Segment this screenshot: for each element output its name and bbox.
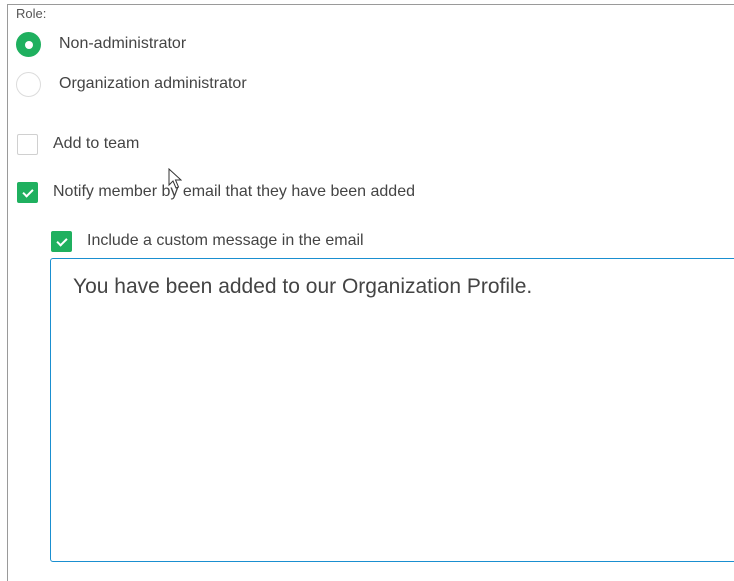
notify-member-checkbox-row[interactable]: Notify member by email that they have be… (17, 180, 415, 204)
role-option-organization-administrator[interactable]: Organization administrator (16, 71, 247, 97)
custom-message-checkbox-row[interactable]: Include a custom message in the email (51, 229, 364, 253)
custom-message-label: Include a custom message in the email (87, 232, 364, 249)
custom-message-checkbox[interactable] (51, 230, 72, 252)
role-option-label: Non-administrator (59, 35, 187, 52)
radio-selected-icon[interactable] (16, 31, 41, 57)
role-option-non-administrator[interactable]: Non-administrator (16, 31, 186, 57)
custom-message-textarea[interactable]: You have been added to our Organization … (50, 258, 734, 562)
role-option-label: Organization administrator (59, 75, 247, 92)
radio-unselected-icon[interactable] (16, 71, 41, 97)
mouse-pointer-icon (168, 168, 182, 189)
add-to-team-checkbox-row[interactable]: Add to team (17, 132, 139, 156)
add-to-team-label: Add to team (53, 135, 140, 152)
notify-member-label: Notify member by email that they have be… (53, 183, 415, 200)
notify-member-checkbox[interactable] (17, 181, 38, 203)
add-to-team-checkbox[interactable] (17, 133, 38, 155)
role-label: Role: (16, 6, 47, 21)
